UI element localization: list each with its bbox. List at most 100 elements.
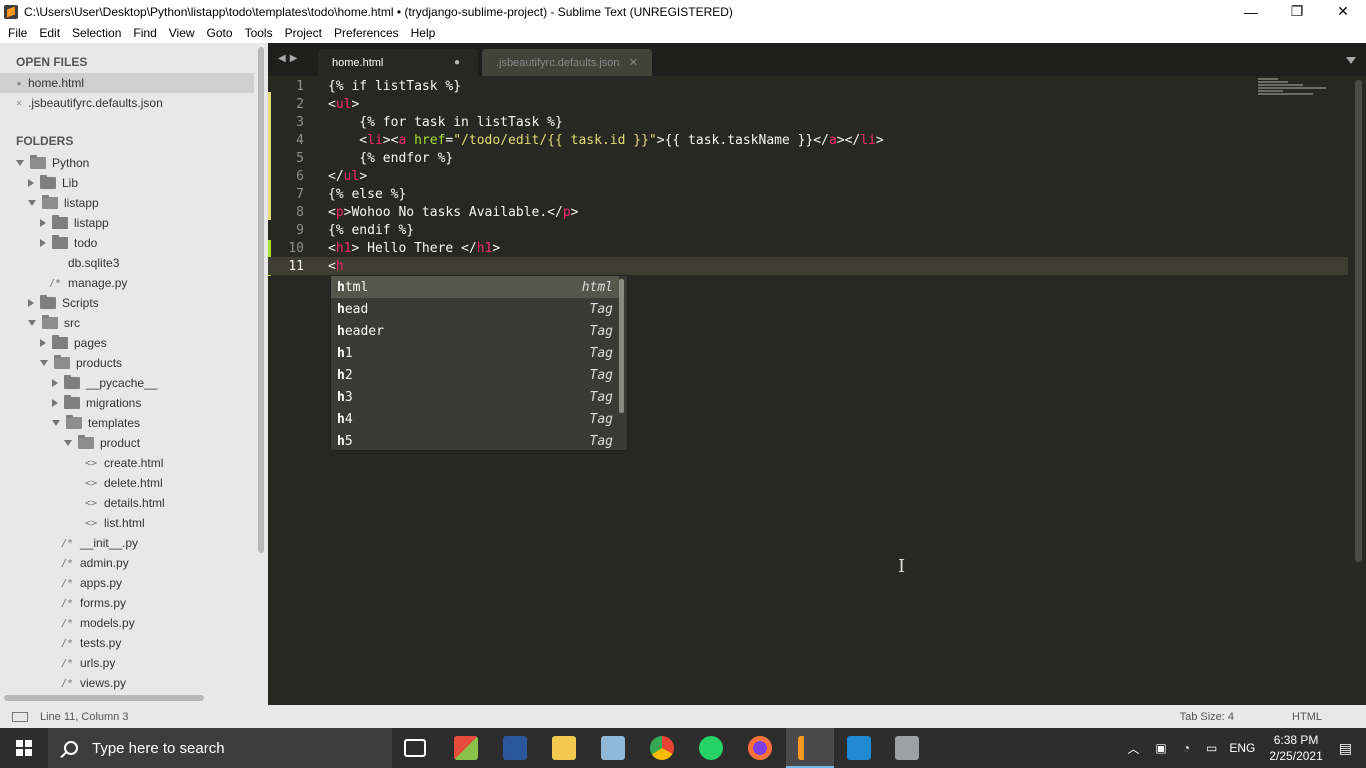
menu-file[interactable]: File (2, 26, 33, 40)
collapsed-arrow-icon[interactable] (52, 399, 58, 407)
sidebar-tree-item[interactable]: Lib (0, 173, 254, 193)
word-icon[interactable] (503, 736, 527, 760)
battery-icon[interactable]: ▭ (1206, 741, 1217, 755)
sidebar-tree-item[interactable]: db.sqlite3 (0, 253, 254, 273)
minimize-button[interactable]: — (1228, 0, 1274, 23)
sidebar-tree-item[interactable]: <> details.html (0, 493, 254, 513)
file-explorer-icon[interactable] (552, 736, 576, 760)
vscode-icon[interactable] (847, 736, 871, 760)
sidebar-tree-item[interactable]: todo (0, 233, 254, 253)
sidebar-tree-item[interactable]: listapp (0, 213, 254, 233)
sidebar-tree-item[interactable]: migrations (0, 393, 254, 413)
sidebar-vertical-scrollbar[interactable] (258, 47, 264, 553)
menu-project[interactable]: Project (279, 26, 328, 40)
autocomplete-scrollbar[interactable] (619, 279, 624, 413)
collapsed-arrow-icon[interactable] (40, 339, 46, 347)
sidebar-tree-item[interactable]: Scripts (0, 293, 254, 313)
chrome-icon[interactable] (650, 736, 674, 760)
expanded-arrow-icon[interactable] (40, 360, 48, 366)
sidebar-tree-item[interactable]: pages (0, 333, 254, 353)
menu-goto[interactable]: Goto (201, 26, 239, 40)
autocomplete-item[interactable]: h eader Tag (331, 320, 619, 342)
sidebar-tree-item[interactable]: /* views.py (0, 673, 254, 693)
menu-help[interactable]: Help (405, 26, 442, 40)
sidebar-tree-item[interactable]: /* models.py (0, 613, 254, 633)
collapsed-arrow-icon[interactable] (52, 379, 58, 387)
collapsed-arrow-icon[interactable] (40, 219, 46, 227)
language-indicator[interactable]: ENG (1229, 741, 1255, 755)
sidebar-tree-item[interactable]: /* forms.py (0, 593, 254, 613)
sidebar-tree-item[interactable]: /* admin.py (0, 553, 254, 573)
maximize-button[interactable]: ❐ (1274, 0, 1320, 23)
autocomplete-item[interactable]: h 2 Tag (331, 364, 619, 386)
collapsed-arrow-icon[interactable] (28, 179, 34, 187)
tab-size[interactable]: Tab Size: 4 (1180, 711, 1234, 723)
sidebar-tree-item[interactable]: product (0, 433, 254, 453)
expanded-arrow-icon[interactable] (28, 200, 36, 206)
winrar-icon[interactable] (454, 736, 478, 760)
notepad-icon[interactable] (601, 736, 625, 760)
open-file-home-html[interactable]: ● home.html (0, 73, 254, 93)
show-hidden-icons-icon[interactable]: ︿ (1127, 740, 1139, 757)
autocomplete-item[interactable]: h 3 Tag (331, 386, 619, 408)
whatsapp-icon[interactable] (699, 736, 723, 760)
tab-nav-arrows-icon[interactable]: ◀▶ (278, 53, 301, 64)
panel-toggle-icon[interactable] (12, 711, 28, 722)
window-controls: — ❐ ✕ (1228, 0, 1366, 23)
menu-view[interactable]: View (163, 26, 201, 40)
menu-tools[interactable]: Tools (239, 26, 279, 40)
expanded-arrow-icon[interactable] (64, 440, 72, 446)
sidebar-tree-item[interactable]: src (0, 313, 254, 333)
expanded-arrow-icon[interactable] (52, 420, 60, 426)
notifications-icon[interactable]: ▤ (1339, 740, 1352, 757)
autocomplete-item[interactable]: h ead Tag (331, 298, 619, 320)
sidebar-tree-item[interactable]: listapp (0, 193, 254, 213)
clock[interactable]: 6:38 PM 2/25/2021 (1269, 732, 1322, 764)
tab-jsbeautifyrc[interactable]: .jsbeautifyrc.defaults.json ✕ (482, 49, 652, 76)
wifi-icon[interactable]: ◔ (1183, 741, 1190, 755)
sidebar-tree-item[interactable]: <> delete.html (0, 473, 254, 493)
minimap[interactable] (1258, 78, 1328, 98)
tab-close-icon[interactable]: ✕ (629, 56, 638, 69)
syntax-mode[interactable]: HTML (1292, 711, 1322, 723)
autocomplete-item[interactable]: h tml html (331, 276, 619, 298)
modified-dot-icon[interactable]: ● (454, 57, 460, 68)
task-view-icon[interactable] (404, 739, 426, 757)
sidebar-tree-item[interactable]: /* __init__.py (0, 533, 254, 553)
taskbar-search-box[interactable]: Type here to search (48, 728, 392, 768)
collapsed-arrow-icon[interactable] (28, 299, 34, 307)
sidebar-tree-item[interactable]: /* apps.py (0, 573, 254, 593)
sidebar-tree-item[interactable]: templates (0, 413, 254, 433)
menu-selection[interactable]: Selection (66, 26, 127, 40)
menu-edit[interactable]: Edit (33, 26, 66, 40)
sidebar-tree-item[interactable]: __pycache__ (0, 373, 254, 393)
firefox-icon[interactable] (748, 736, 772, 760)
menu-find[interactable]: Find (127, 26, 162, 40)
menu-preferences[interactable]: Preferences (328, 26, 405, 40)
cursor-position[interactable]: Line 11, Column 3 (40, 711, 128, 723)
autocomplete-item[interactable]: h 5 Tag (331, 430, 619, 452)
collapsed-arrow-icon[interactable] (40, 239, 46, 247)
autocomplete-item[interactable]: h 4 Tag (331, 408, 619, 430)
sublime-text-taskbar-icon[interactable] (798, 736, 822, 760)
editor-vertical-scrollbar[interactable] (1355, 80, 1362, 562)
tab-home-html[interactable]: home.html ● (318, 49, 478, 76)
sidebar-horizontal-scrollbar[interactable] (4, 695, 204, 701)
sidebar-tree-item[interactable]: /* tests.py (0, 633, 254, 653)
autocomplete-item[interactable]: h 1 Tag (331, 342, 619, 364)
start-button[interactable] (0, 728, 48, 768)
sidebar-tree-item[interactable]: products (0, 353, 254, 373)
sidebar-tree-item[interactable]: /* manage.py (0, 273, 254, 293)
open-file-jsbeautifyrc[interactable]: ✕ .jsbeautifyrc.defaults.json (0, 93, 254, 113)
sidebar-tree-item[interactable]: <> list.html (0, 513, 254, 533)
meet-now-icon[interactable]: ▣ (1155, 741, 1166, 755)
sidebar-tree-item[interactable]: Python (0, 153, 254, 173)
tab-list-dropdown-icon[interactable] (1346, 57, 1356, 64)
close-window-button[interactable]: ✕ (1320, 0, 1366, 23)
sidebar-tree-item[interactable]: <> create.html (0, 453, 254, 473)
remote-desktop-icon[interactable] (895, 736, 919, 760)
sidebar-tree-item[interactable]: /* urls.py (0, 653, 254, 673)
expanded-arrow-icon[interactable] (16, 160, 24, 166)
close-file-icon[interactable]: ✕ (14, 99, 24, 108)
expanded-arrow-icon[interactable] (28, 320, 36, 326)
